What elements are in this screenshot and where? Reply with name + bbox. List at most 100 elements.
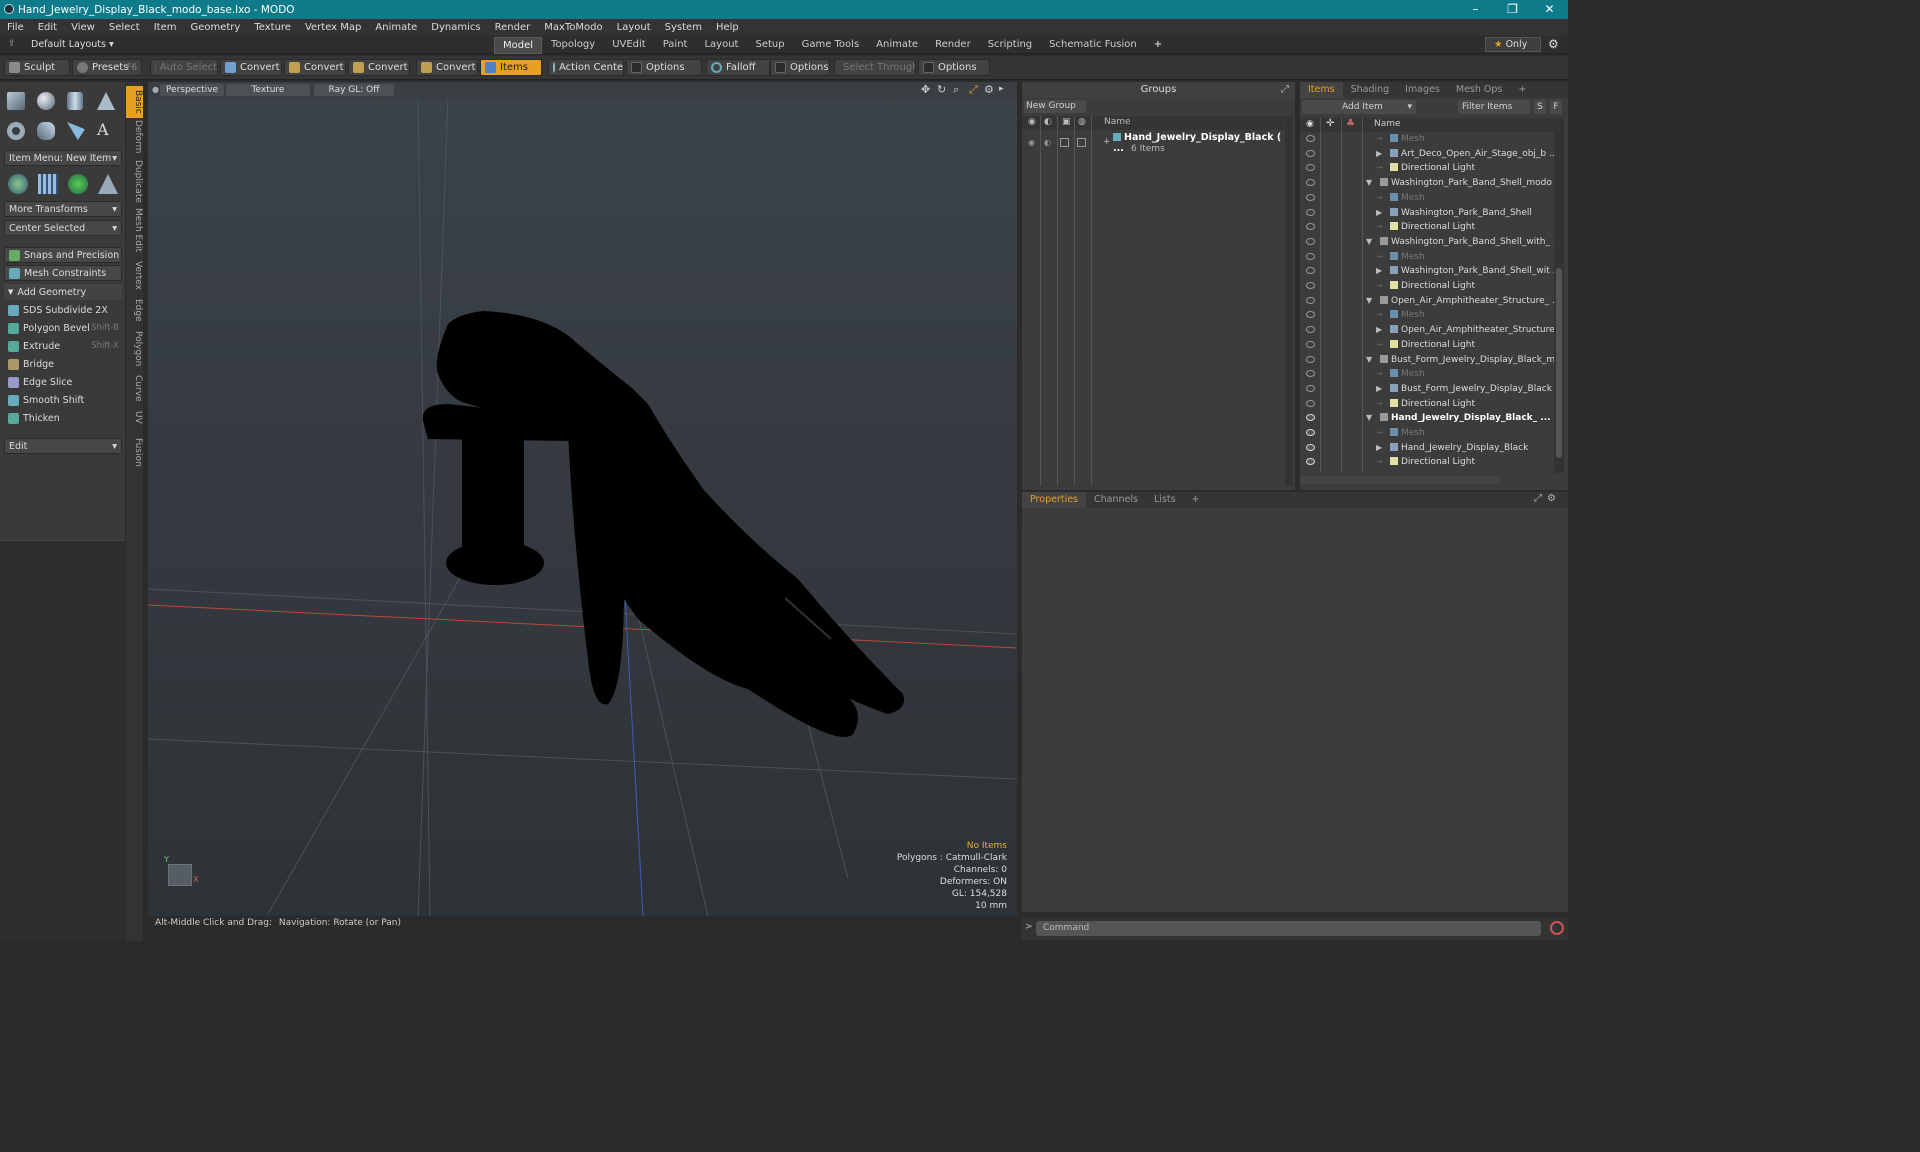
groups-scrollbar[interactable]	[1285, 116, 1293, 486]
grid-transform-icon[interactable]	[38, 174, 58, 194]
view-mode-button[interactable]: Perspective	[160, 84, 224, 96]
mesh-constraints-button[interactable]: Mesh Constraints	[4, 265, 122, 281]
vtab-edge[interactable]: Edge	[126, 296, 143, 324]
only-toggle[interactable]: ★ Only	[1485, 37, 1541, 52]
item-menu-dropdown[interactable]: Item Menu: New Item ▾	[4, 150, 122, 166]
tab-mesh-ops[interactable]: Mesh Ops	[1448, 82, 1511, 98]
visibility-eye-icon[interactable]	[1306, 429, 1315, 436]
tab-game-tools[interactable]: Game Tools	[794, 37, 868, 54]
select-column-icon[interactable]: ◍	[1078, 117, 1086, 127]
maximize-button[interactable]: ❐	[1494, 0, 1531, 19]
expand-panel-icon[interactable]: ⤢	[1281, 82, 1289, 98]
select-through-button[interactable]: Select Through	[834, 59, 916, 76]
items-mode-button[interactable]: Items	[480, 59, 542, 76]
add-tab-icon[interactable]: +	[1510, 82, 1534, 98]
item-row[interactable]: ▶ Hand_Jewelry_Display_Black	[1300, 441, 1554, 455]
tab-items[interactable]: Items	[1300, 82, 1343, 98]
vtab-vertex[interactable]: Vertex	[126, 258, 143, 292]
tab-scripting[interactable]: Scripting	[980, 37, 1040, 54]
group-row[interactable]: ◉ ◐ + Hand_Jewelry_Display_Black ( ... 6…	[1022, 132, 1284, 158]
visibility-eye-icon[interactable]	[1306, 179, 1315, 187]
vtab-mesh-edit[interactable]: Mesh Edit	[126, 208, 143, 252]
visibility-eye-icon[interactable]	[1306, 193, 1315, 201]
settings-gear-icon[interactable]: ⚙	[1548, 37, 1559, 51]
visibility-eye-icon[interactable]	[1306, 326, 1315, 334]
tab-schematic-fusion[interactable]: Schematic Fusion	[1041, 37, 1145, 54]
tab-layout[interactable]: Layout	[696, 37, 746, 54]
filter-s-button[interactable]: S	[1534, 100, 1546, 114]
expand-triangle-icon[interactable]: ▶	[1376, 323, 1382, 337]
minimize-button[interactable]: –	[1457, 0, 1494, 19]
collapse-triangle-icon[interactable]: ▼	[1366, 235, 1372, 249]
vtab-deform[interactable]: Deform	[126, 120, 143, 153]
new-group-button[interactable]: New Group	[1024, 100, 1086, 113]
viewport-expand-icon[interactable]: ▸	[999, 84, 1004, 94]
tab-shading[interactable]: Shading	[1343, 82, 1398, 98]
options-button-2[interactable]: Options	[770, 59, 830, 76]
expand-panel-icon[interactable]: ⤢	[1534, 493, 1542, 504]
rotate-globe-icon[interactable]	[68, 174, 88, 194]
more-transforms-dropdown[interactable]: More Transforms ▾	[4, 201, 122, 217]
auto-select-button[interactable]: Auto Select	[150, 59, 218, 76]
menu-file[interactable]: File	[0, 22, 31, 33]
visibility-eye-icon[interactable]	[1306, 443, 1315, 451]
pan-icon[interactable]: ✥	[921, 83, 930, 96]
edit-dropdown[interactable]: Edit ▾	[4, 438, 122, 454]
convert-button-2[interactable]: Convert	[284, 59, 346, 76]
item-row[interactable]: ▶ Washington_Park_Band_Shell_wit ...	[1300, 264, 1561, 278]
menu-animate[interactable]: Animate	[368, 22, 424, 33]
tab-properties[interactable]: Properties	[1022, 492, 1087, 508]
menu-view[interactable]: View	[64, 22, 102, 33]
item-row[interactable]: ▼ Washington_Park_Band_Shell_modo ...	[1300, 176, 1563, 190]
tool-polygon-bevel[interactable]: Polygon Bevel Shift-B	[4, 320, 122, 336]
cube-icon[interactable]	[7, 92, 25, 110]
visibility-eye-icon[interactable]	[1306, 384, 1315, 392]
group-lock-checkbox[interactable]	[1060, 138, 1069, 147]
items-vertical-scrollbar[interactable]	[1554, 118, 1564, 473]
hand-jewelry-display-mesh[interactable]	[422, 311, 904, 737]
options-button-1[interactable]: Options	[626, 59, 702, 76]
item-row[interactable]: ▶ Washington_Park_Band_Shell	[1300, 206, 1554, 220]
tab-topology[interactable]: Topology	[543, 37, 603, 54]
collapse-triangle-icon[interactable]: ▼	[1366, 294, 1372, 308]
visibility-eye-icon[interactable]	[1306, 282, 1315, 289]
shading-mode-button[interactable]: Texture	[226, 84, 310, 96]
action-center-button[interactable]: Action Center	[548, 59, 624, 76]
vtab-polygon[interactable]: Polygon	[126, 330, 143, 368]
sculpt-button[interactable]: Sculpt	[4, 59, 70, 76]
item-row[interactable]: ▼ Open_Air_Amphitheater_Structure_ ...	[1300, 294, 1561, 308]
item-row[interactable]: ▶ Open_Air_Amphitheater_Structure...	[1300, 323, 1563, 337]
tab-uvedit[interactable]: UVEdit	[604, 37, 654, 54]
visibility-eye-icon[interactable]	[1306, 164, 1315, 172]
capsule-icon[interactable]	[37, 122, 55, 140]
menu-vertex-map[interactable]: Vertex Map	[298, 22, 368, 33]
menu-texture[interactable]: Texture	[247, 22, 298, 33]
item-row[interactable]: ▼ Washington_Park_Band_Shell_with_ ...	[1300, 235, 1561, 249]
visibility-eye-icon[interactable]	[1306, 414, 1315, 422]
visibility-eye-icon[interactable]	[1306, 267, 1315, 275]
default-layouts-dropdown[interactable]: Default Layouts ▾	[31, 39, 114, 50]
expand-triangle-icon[interactable]: ▶	[1376, 206, 1382, 220]
snaps-precision-button[interactable]: Snaps and Precision	[4, 247, 122, 263]
tab-animate[interactable]: Animate	[868, 37, 926, 54]
menu-select[interactable]: Select	[102, 22, 147, 33]
filter-items-field[interactable]: Filter Items	[1458, 100, 1530, 114]
lock-column-icon[interactable]: ▣	[1062, 117, 1071, 127]
item-row[interactable]: → Mesh	[1300, 132, 1554, 146]
options-button-3[interactable]: Options	[918, 59, 990, 76]
visibility-eye-icon[interactable]	[1306, 370, 1315, 378]
add-geometry-header[interactable]: ▼ Add Geometry	[4, 284, 122, 300]
menu-layout[interactable]: Layout	[610, 22, 658, 33]
item-row[interactable]: → Directional Light	[1300, 338, 1554, 352]
tool-extrude[interactable]: Extrude Shift-X	[4, 338, 122, 354]
add-item-button[interactable]: Add Item ▾	[1302, 100, 1416, 114]
visibility-column-icon[interactable]: ◉	[1028, 117, 1036, 127]
viewport-settings-icon[interactable]: ⚙	[984, 83, 994, 96]
add-tab-button[interactable]: +	[1146, 37, 1170, 54]
collapse-triangle-icon[interactable]: ▼	[1366, 176, 1372, 190]
visibility-column-icon[interactable]: ◉	[1306, 119, 1314, 129]
item-row[interactable]: → Mesh	[1300, 426, 1554, 440]
rotate-icon[interactable]: ↻	[937, 83, 946, 96]
group-select-checkbox[interactable]	[1077, 138, 1086, 147]
expand-triangle-icon[interactable]: ▶	[1376, 147, 1382, 161]
